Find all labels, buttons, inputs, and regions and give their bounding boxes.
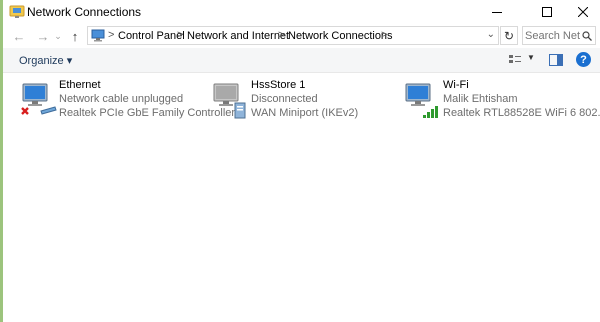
up-arrow-icon[interactable]: ↑ <box>67 28 83 44</box>
explorer-window: Network Connections ← → ⌄ ↑ > Control Pa <box>3 0 600 322</box>
recent-locations-chevron-icon[interactable]: ⌄ <box>53 28 63 44</box>
connection-name: Wi-Fi <box>443 79 469 91</box>
address-dropdown-chevron-icon[interactable]: ⌄ <box>487 29 495 40</box>
connection-status: Disconnected <box>251 93 318 105</box>
minimize-button[interactable] <box>480 0 514 24</box>
forward-arrow-icon[interactable]: → <box>35 28 51 44</box>
connection-name: HssStore 1 <box>251 79 306 91</box>
breadcrumb-separator[interactable]: > <box>278 29 284 41</box>
breadcrumb-network-and-internet[interactable]: Network and Internet <box>187 30 289 42</box>
connections-list: Ethernet Network cable unplugged Realtek… <box>3 73 600 322</box>
ethernet-disconnected-icon <box>19 81 59 121</box>
window-title: Network Connections <box>27 5 142 19</box>
help-button[interactable]: ? <box>576 52 591 67</box>
search-icon[interactable] <box>582 30 592 44</box>
vpn-connection-icon <box>211 81 251 121</box>
connection-item-wifi[interactable]: Wi-Fi Malik Ehtisham Realtek RTL88528E W… <box>403 79 600 123</box>
connection-device: WAN Miniport (IKEv2) <box>251 107 359 119</box>
connection-name: Ethernet <box>59 79 101 91</box>
connection-item-ethernet[interactable]: Ethernet Network cable unplugged Realtek… <box>19 79 235 123</box>
back-arrow-icon[interactable]: ← <box>11 28 27 44</box>
address-bar[interactable]: > Control Panel > Network and Internet >… <box>87 26 499 45</box>
preview-pane-icon[interactable] <box>549 54 563 66</box>
command-bar: Organize ▾ ▼ ? <box>3 48 600 73</box>
search-input[interactable] <box>523 27 583 44</box>
navigation-bar: ← → ⌄ ↑ > Control Panel > Network and In… <box>3 24 600 48</box>
connection-device: Realtek PCIe GbE Family Controller <box>59 107 236 119</box>
change-view-icon[interactable] <box>508 53 522 67</box>
breadcrumb-separator[interactable]: > <box>381 29 387 41</box>
title-bar[interactable]: Network Connections <box>3 0 600 24</box>
connection-status: Network cable unplugged <box>59 93 184 105</box>
maximize-button[interactable] <box>530 0 564 24</box>
network-folder-icon <box>9 5 25 19</box>
connection-status: Malik Ehtisham <box>443 93 518 105</box>
wifi-connection-icon <box>403 81 443 121</box>
connection-item-hssstore-1[interactable]: HssStore 1 Disconnected WAN Miniport (IK… <box>211 79 401 123</box>
organize-menu-button[interactable]: Organize ▾ <box>19 54 72 67</box>
refresh-icon: ↻ <box>503 28 515 43</box>
refresh-button[interactable]: ↻ <box>500 26 518 45</box>
breadcrumb-separator[interactable]: > <box>177 29 183 41</box>
close-button[interactable] <box>566 0 600 24</box>
breadcrumb-network-connections[interactable]: Network Connections <box>288 30 393 42</box>
search-box[interactable] <box>522 26 596 45</box>
control-panel-icon <box>91 29 105 42</box>
breadcrumb-separator[interactable]: > <box>108 29 114 41</box>
view-options-chevron-icon[interactable]: ▼ <box>527 53 535 62</box>
connection-device: Realtek RTL88528E WiFi 6 802.11... <box>443 107 600 119</box>
breadcrumb-control-panel[interactable]: Control Panel <box>118 30 185 42</box>
